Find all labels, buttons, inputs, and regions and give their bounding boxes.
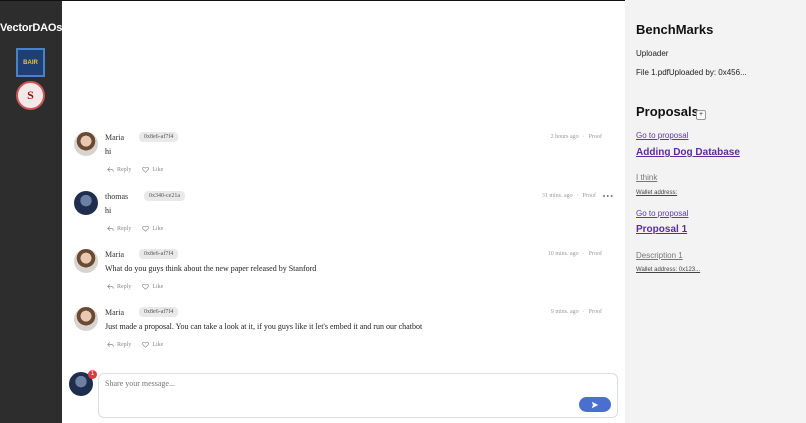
app-brand: VectorDAOs xyxy=(0,22,63,34)
like-label: Like xyxy=(152,341,164,348)
like-label: Like xyxy=(152,166,164,173)
message-meta: 10 mins. ago · Proof xyxy=(548,251,602,257)
message-text: Just made a proposal. You can take a loo… xyxy=(105,322,423,331)
separator: · xyxy=(582,309,585,315)
message-item: thomas 0x340-ce21a hi 31 mins. ago · Proof •••… xyxy=(74,191,620,239)
reply-button[interactable]: Reply xyxy=(107,283,131,290)
message-actions: Reply Like xyxy=(107,341,163,348)
send-button[interactable] xyxy=(579,397,611,412)
message-actions: Reply Like xyxy=(107,283,163,290)
timestamp: 31 mins. ago xyxy=(541,193,573,199)
more-options-icon[interactable]: ••• xyxy=(603,192,614,201)
wallet-badge: 0x8e6-af7f4 xyxy=(139,307,179,317)
author-name[interactable]: thomas xyxy=(105,192,128,201)
send-icon xyxy=(591,401,599,408)
timestamp: 10 mins. ago xyxy=(547,251,579,257)
separator: · xyxy=(576,193,579,199)
user-avatar[interactable] xyxy=(74,132,98,156)
message-actions: Reply Like xyxy=(107,225,163,232)
message-item: Maria 0x8e6-af7f4 What do you guys think a… xyxy=(74,249,620,297)
message-meta: 2 hours ago · Proof xyxy=(551,134,602,140)
separator: · xyxy=(582,134,585,140)
message-text: What do you guys think about the new pap… xyxy=(105,264,317,273)
proposal-title-link[interactable]: Adding Dog Database xyxy=(636,147,740,158)
message-input[interactable] xyxy=(105,379,505,388)
reply-label: Reply xyxy=(117,225,132,232)
like-label: Like xyxy=(152,225,164,232)
reply-button[interactable]: Reply xyxy=(107,225,131,232)
wallet-badge: 0x340-ce21a xyxy=(144,191,185,201)
left-sidebar: VectorDAOs BAIR S xyxy=(0,0,62,423)
proposal-title-link[interactable]: Proposal 1 xyxy=(636,224,687,235)
author-name[interactable]: Maria xyxy=(105,133,124,142)
like-button[interactable]: Like xyxy=(142,283,163,290)
author-name[interactable]: Maria xyxy=(105,308,124,317)
go-to-proposal-link[interactable]: Go to proposal xyxy=(636,131,688,140)
benchmarks-title: BenchMarks xyxy=(636,22,714,37)
proposal-description[interactable]: I think xyxy=(636,173,657,182)
add-proposal-button[interactable]: + xyxy=(696,110,706,120)
like-button[interactable]: Like xyxy=(142,341,163,348)
like-button[interactable]: Like xyxy=(142,225,163,232)
like-button[interactable]: Like xyxy=(142,166,163,173)
stanford-logo-text: S xyxy=(27,88,34,102)
proposals-title: Proposals xyxy=(636,104,699,119)
message-meta: 31 mins. ago · Proof xyxy=(542,193,596,199)
chat-area: Maria 0x8e6-af7f4 hi 2 hours ago · Proof Reply… xyxy=(62,0,625,423)
separator: · xyxy=(582,251,585,257)
reply-label: Reply xyxy=(117,283,132,290)
file-entry[interactable]: File 1.pdfUploaded by: 0x456... xyxy=(636,68,747,77)
wallet-badge: 0x8e6-af7f4 xyxy=(139,132,179,142)
user-avatar[interactable] xyxy=(74,191,98,215)
proposal-description[interactable]: Description 1 xyxy=(636,251,683,260)
message-text: hi xyxy=(105,206,112,215)
wallet-address[interactable]: Wallet address: xyxy=(636,190,677,196)
wallet-badge: 0x8e6-af7f4 xyxy=(139,249,179,259)
proof-link[interactable]: Proof xyxy=(589,251,602,257)
reply-button[interactable]: Reply xyxy=(107,341,131,348)
uploader-label: Uploader xyxy=(636,49,669,58)
heart-icon xyxy=(142,166,150,173)
heart-icon xyxy=(142,283,150,290)
heart-icon xyxy=(142,341,150,348)
timestamp: 9 mins. ago xyxy=(550,309,579,315)
bair-logo-text: BAIR xyxy=(23,59,38,66)
reply-icon xyxy=(107,342,114,347)
user-avatar[interactable] xyxy=(74,249,98,273)
right-panel: BenchMarks Uploader File 1.pdfUploaded b… xyxy=(625,0,806,423)
timestamp: 2 hours ago xyxy=(550,134,579,140)
proof-link[interactable]: Proof xyxy=(583,193,596,199)
message-item: Maria 0x8e6-af7f4 Just made a proposal. Yo… xyxy=(74,307,620,355)
notification-badge[interactable]: 1 xyxy=(88,370,97,379)
go-to-proposal-link[interactable]: Go to proposal xyxy=(636,209,688,218)
wallet-address[interactable]: Wallet address: 0x123... xyxy=(636,267,700,273)
message-meta: 9 mins. ago · Proof xyxy=(551,309,602,315)
message-text: hi xyxy=(105,147,112,156)
user-avatar[interactable] xyxy=(74,307,98,331)
reply-label: Reply xyxy=(117,341,132,348)
bair-logo-button[interactable]: BAIR xyxy=(16,48,45,77)
stanford-logo-button[interactable]: S xyxy=(16,81,45,110)
author-name[interactable]: Maria xyxy=(105,250,124,259)
reply-button[interactable]: Reply xyxy=(107,166,131,173)
reply-icon xyxy=(107,226,114,231)
reply-label: Reply xyxy=(117,166,132,173)
like-label: Like xyxy=(152,283,164,290)
proof-link[interactable]: Proof xyxy=(589,134,602,140)
message-composer xyxy=(98,373,618,418)
proof-link[interactable]: Proof xyxy=(589,309,602,315)
reply-icon xyxy=(107,284,114,289)
message-item: Maria 0x8e6-af7f4 hi 2 hours ago · Proof Reply… xyxy=(74,132,620,180)
message-actions: Reply Like xyxy=(107,166,163,173)
heart-icon xyxy=(142,225,150,232)
reply-icon xyxy=(107,167,114,172)
